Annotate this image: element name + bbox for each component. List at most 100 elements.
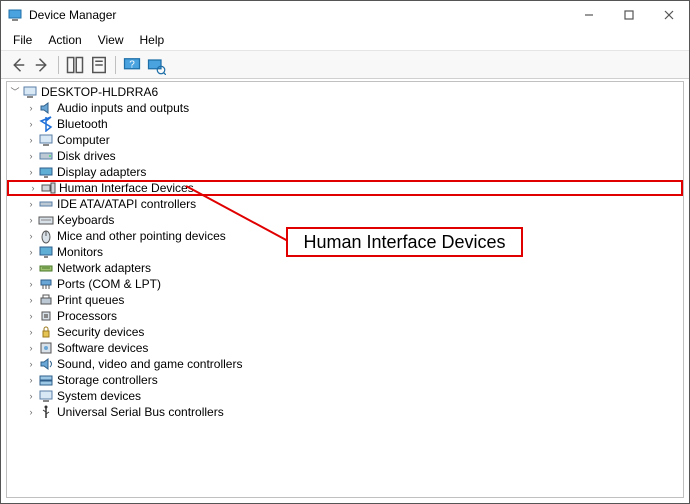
tree-item-label: Disk drives <box>57 148 120 164</box>
tree-item-keyboards[interactable]: › Keyboards <box>7 212 683 228</box>
tree-item-label: Mice and other pointing devices <box>57 228 230 244</box>
expand-icon[interactable]: › <box>25 100 37 116</box>
app-icon <box>7 7 23 23</box>
speaker-icon <box>38 100 54 116</box>
disk-icon <box>38 148 54 164</box>
display-adapter-icon <box>38 164 54 180</box>
expand-icon[interactable]: › <box>25 212 37 228</box>
tree-item-label: Human Interface Devices <box>59 180 198 196</box>
menu-view[interactable]: View <box>90 31 132 49</box>
nav-back-button[interactable] <box>7 54 29 76</box>
expand-icon[interactable]: › <box>25 340 37 356</box>
collapse-icon[interactable]: ﹀ <box>9 84 21 100</box>
tree-item-ports[interactable]: › Ports (COM & LPT) <box>7 276 683 292</box>
window-title: Device Manager <box>29 8 569 22</box>
menu-action[interactable]: Action <box>40 31 89 49</box>
tree-item-processors[interactable]: › Processors <box>7 308 683 324</box>
expand-icon[interactable]: › <box>25 276 37 292</box>
tree-item-label: System devices <box>57 388 145 404</box>
help-button[interactable]: ? <box>121 54 143 76</box>
minimize-button[interactable] <box>569 1 609 29</box>
show-hide-tree-button[interactable] <box>64 54 86 76</box>
hid-icon <box>40 180 56 196</box>
tree-item-usb[interactable]: › Universal Serial Bus controllers <box>7 404 683 420</box>
expand-icon[interactable]: › <box>25 132 37 148</box>
expand-icon[interactable]: › <box>25 196 37 212</box>
keyboard-icon <box>38 212 54 228</box>
tree-item-label: Display adapters <box>57 164 150 180</box>
expand-icon[interactable]: › <box>25 164 37 180</box>
usb-icon <box>38 404 54 420</box>
tree-item-system[interactable]: › System devices <box>7 388 683 404</box>
expand-icon[interactable]: › <box>25 260 37 276</box>
maximize-button[interactable] <box>609 1 649 29</box>
toolbar-separator <box>115 56 116 74</box>
expand-icon[interactable]: › <box>25 308 37 324</box>
ide-icon <box>38 196 54 212</box>
tree-item-label: Universal Serial Bus controllers <box>57 404 228 420</box>
expand-icon[interactable]: › <box>25 148 37 164</box>
tree-item-ide[interactable]: › IDE ATA/ATAPI controllers <box>7 196 683 212</box>
tree-root[interactable]: ﹀ DESKTOP-HLDRRA6 <box>7 84 683 100</box>
tree-item-sound[interactable]: › Sound, video and game controllers <box>7 356 683 372</box>
tree-item-storage[interactable]: › Storage controllers <box>7 372 683 388</box>
close-button[interactable] <box>649 1 689 29</box>
device-tree[interactable]: ﹀ DESKTOP-HLDRRA6 › Audio inputs and out… <box>6 81 684 498</box>
mouse-icon <box>38 228 54 244</box>
expand-icon[interactable]: › <box>25 388 37 404</box>
tree-item-network[interactable]: › Network adapters <box>7 260 683 276</box>
tree-item-label: Network adapters <box>57 260 155 276</box>
properties-button[interactable] <box>88 54 110 76</box>
toolbar: ? <box>1 51 689 79</box>
software-icon <box>38 340 54 356</box>
storage-icon <box>38 372 54 388</box>
tree-item-software[interactable]: › Software devices <box>7 340 683 356</box>
tree-item-label: Keyboards <box>57 212 118 228</box>
printer-icon <box>38 292 54 308</box>
computer-icon <box>22 84 38 100</box>
expand-icon[interactable]: › <box>25 356 37 372</box>
tree-item-label: Security devices <box>57 324 148 340</box>
tree-item-print-queues[interactable]: › Print queues <box>7 292 683 308</box>
tree-item-computer[interactable]: › Computer <box>7 132 683 148</box>
tree-item-display-adapters[interactable]: › Display adapters <box>7 164 683 180</box>
titlebar: Device Manager <box>1 1 689 29</box>
nav-forward-button[interactable] <box>31 54 53 76</box>
tree-item-disk-drives[interactable]: › Disk drives <box>7 148 683 164</box>
sound-icon <box>38 356 54 372</box>
expand-icon[interactable]: › <box>25 244 37 260</box>
expand-icon[interactable]: › <box>25 116 37 132</box>
tree-item-security[interactable]: › Security devices <box>7 324 683 340</box>
svg-text:?: ? <box>129 59 135 70</box>
annotation-label: Human Interface Devices <box>303 232 505 253</box>
tree-item-label: Processors <box>57 308 121 324</box>
scan-hardware-button[interactable] <box>145 54 167 76</box>
tree-item-label: Computer <box>57 132 114 148</box>
system-icon <box>38 388 54 404</box>
tree-item-label: Bluetooth <box>57 116 112 132</box>
expand-icon[interactable]: › <box>25 404 37 420</box>
expand-icon[interactable]: › <box>25 324 37 340</box>
tree-item-audio[interactable]: › Audio inputs and outputs <box>7 100 683 116</box>
bluetooth-icon <box>38 116 54 132</box>
expand-icon[interactable]: › <box>25 228 37 244</box>
tree-item-label: Storage controllers <box>57 372 162 388</box>
cpu-icon <box>38 308 54 324</box>
expand-icon[interactable]: › <box>25 292 37 308</box>
tree-root-label: DESKTOP-HLDRRA6 <box>41 84 162 100</box>
tree-item-label: Ports (COM & LPT) <box>57 276 165 292</box>
network-icon <box>38 260 54 276</box>
monitor-icon <box>38 244 54 260</box>
menu-file[interactable]: File <box>5 31 40 49</box>
tree-item-bluetooth[interactable]: › Bluetooth <box>7 116 683 132</box>
expand-icon[interactable]: › <box>25 372 37 388</box>
window-controls <box>569 1 689 29</box>
menu-help[interactable]: Help <box>132 31 173 49</box>
tree-item-hid[interactable]: › Human Interface Devices <box>7 180 683 196</box>
tree-item-label: Software devices <box>57 340 152 356</box>
tree-item-label: Sound, video and game controllers <box>57 356 246 372</box>
tree-item-label: Print queues <box>57 292 128 308</box>
menubar: File Action View Help <box>1 29 689 51</box>
security-icon <box>38 324 54 340</box>
expand-icon[interactable]: › <box>27 180 39 196</box>
